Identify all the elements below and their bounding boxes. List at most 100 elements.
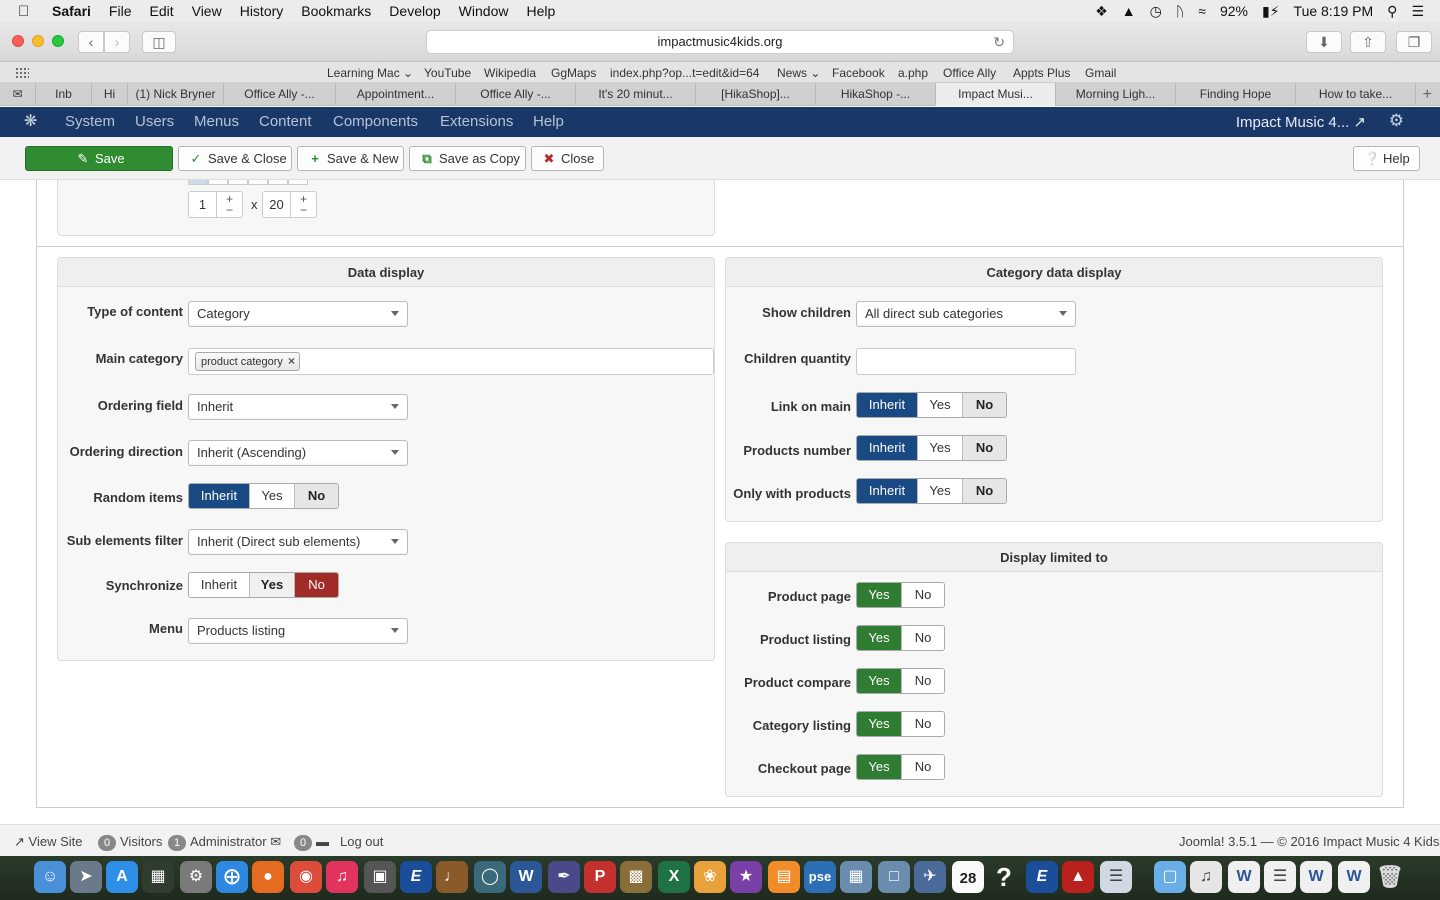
product-listing-no[interactable]: No — [902, 626, 944, 650]
bookmark-item[interactable]: a.php — [898, 66, 928, 80]
music-folder-icon[interactable]: ♫ — [1190, 861, 1222, 893]
bookmark-item[interactable]: Gmail — [1085, 66, 1116, 80]
category-listing-yes[interactable]: Yes — [857, 712, 902, 736]
photos-icon[interactable]: ❀ — [694, 861, 726, 893]
window-close-button[interactable] — [12, 35, 24, 47]
tab-overview-button[interactable]: ❐ — [1396, 31, 1432, 53]
document-stack-icon[interactable]: W — [1300, 861, 1332, 893]
image-capture-icon[interactable]: □ — [878, 861, 910, 893]
tab-item-active[interactable]: Impact Musi... — [936, 83, 1056, 106]
tab-item[interactable]: Hi — [92, 83, 128, 106]
synchronize-no[interactable]: No — [295, 573, 338, 597]
bookmark-item[interactable]: News ⌄ — [777, 66, 820, 80]
rows-stepper[interactable]: 1 + − — [188, 191, 243, 218]
itunes-icon[interactable]: ♫ — [326, 861, 358, 893]
menu-help[interactable]: Help — [526, 3, 555, 19]
visitors-status[interactable]: 0 Visitors — [98, 834, 162, 851]
wifi-icon[interactable]: ≈ — [1198, 3, 1206, 19]
applications-folder-icon[interactable]: ▢ — [1154, 861, 1186, 893]
menu-select[interactable]: Products listing — [188, 618, 408, 644]
nav-extensions[interactable]: Extensions — [440, 113, 513, 130]
gear-icon[interactable]: ⚙ — [1389, 111, 1404, 131]
tab-item[interactable]: Office Ally -... — [224, 83, 336, 106]
nav-menus[interactable]: Menus — [194, 113, 239, 130]
downloads-button[interactable]: ⬇ — [1306, 31, 1342, 53]
share-button[interactable]: ⇧ — [1350, 31, 1386, 53]
garageband-icon[interactable]: ♩ — [436, 861, 468, 893]
only-with-products-yes[interactable]: Yes — [918, 479, 963, 503]
category-listing-no[interactable]: No — [902, 712, 944, 736]
menu-file[interactable]: File — [109, 3, 132, 19]
evernote-icon[interactable]: E — [400, 861, 432, 893]
product-page-no[interactable]: No — [902, 583, 944, 607]
spotlight-search-icon[interactable]: ⚲ — [1387, 3, 1397, 20]
back-button[interactable]: ‹ — [78, 31, 104, 53]
bookmark-item[interactable]: index.php?op...t=edit&id=64 — [610, 66, 759, 80]
document-stack-icon[interactable]: W — [1228, 861, 1260, 893]
save-as-copy-button[interactable]: ⧉ Save as Copy — [409, 146, 526, 171]
close-button[interactable]: ✖ Close — [531, 146, 604, 171]
word-icon[interactable]: W — [510, 861, 542, 893]
children-quantity-input[interactable] — [856, 348, 1076, 375]
product-listing-yes[interactable]: Yes — [857, 626, 902, 650]
tab-mail-icon[interactable]: ✉ — [0, 83, 36, 106]
menu-history[interactable]: History — [240, 3, 284, 19]
menu-window[interactable]: Window — [459, 3, 509, 19]
tab-item[interactable]: HikaShop -... — [816, 83, 936, 106]
photoshop-elements-icon[interactable]: pse — [804, 861, 836, 893]
joomla-logo-icon[interactable]: ❋ — [24, 113, 42, 131]
checkout-page-no[interactable]: No — [902, 755, 944, 779]
administrator-status[interactable]: 1 Administrator ✉ — [168, 834, 281, 851]
grid-cell[interactable] — [288, 180, 308, 185]
products-number-no[interactable]: No — [963, 436, 1006, 460]
logout-link[interactable]: Log out — [340, 834, 383, 849]
grid-cell[interactable] — [248, 180, 268, 185]
window-minimize-button[interactable] — [32, 35, 44, 47]
only-with-products-no[interactable]: No — [963, 479, 1006, 503]
tab-item[interactable]: (1) Nick Bryner — [128, 83, 224, 106]
menu-edit[interactable]: Edit — [149, 3, 173, 19]
document-stack-icon[interactable]: W — [1338, 861, 1370, 893]
firefox-icon[interactable]: ● — [252, 861, 284, 893]
grid-cell[interactable] — [188, 180, 208, 185]
mission-control-icon[interactable]: ▦ — [142, 861, 174, 893]
document-stack-icon[interactable]: ☰ — [1264, 861, 1296, 893]
bookmark-item[interactable]: Facebook — [832, 66, 885, 80]
help-button[interactable]: ❔ Help — [1353, 146, 1420, 171]
sidebar-toggle-button[interactable]: ◫ — [142, 31, 176, 53]
menu-app-safari[interactable]: Safari — [52, 3, 91, 19]
launchpad-icon[interactable]: ➤ — [70, 861, 102, 893]
tab-item[interactable]: How to take... — [1296, 83, 1416, 106]
link-on-main-no[interactable]: No — [963, 393, 1006, 417]
excel-icon[interactable]: X — [658, 861, 690, 893]
link-on-main-yes[interactable]: Yes — [918, 393, 963, 417]
show-children-select[interactable]: All direct sub categories — [856, 301, 1076, 327]
dropbox-icon[interactable]: ❖ — [1095, 3, 1108, 20]
bookmark-item[interactable]: GgMaps — [551, 66, 596, 80]
sub-elements-filter-select[interactable]: Inherit (Direct sub elements) — [188, 529, 408, 555]
bookmark-item[interactable]: Wikipedia — [484, 66, 536, 80]
bookmark-item[interactable]: Learning Mac ⌄ — [327, 66, 413, 80]
evernote-alt-icon[interactable]: E — [1026, 861, 1058, 893]
calendar-icon[interactable]: 28 — [952, 861, 984, 893]
view-site-link[interactable]: ↗ View Site — [14, 834, 83, 850]
migration-icon[interactable]: ✈ — [914, 861, 946, 893]
forward-button[interactable]: › — [104, 31, 130, 53]
nav-content[interactable]: Content — [259, 113, 312, 130]
products-number-yes[interactable]: Yes — [918, 436, 963, 460]
only-with-products-inherit[interactable]: Inherit — [857, 479, 918, 503]
synchronize-inherit[interactable]: Inherit — [189, 573, 250, 597]
ordering-direction-select[interactable]: Inherit (Ascending) — [188, 440, 408, 466]
keynote-icon[interactable]: ▩ — [620, 861, 652, 893]
tab-item[interactable]: [HikaShop]... — [696, 83, 816, 106]
notification-center-icon[interactable]: ☰ — [1411, 3, 1424, 20]
tab-item[interactable]: Office Ally -... — [456, 83, 576, 106]
textedit-icon[interactable]: ☰ — [1100, 861, 1132, 893]
columns-stepper[interactable]: 20 + − — [262, 191, 317, 218]
top-sites-grid-icon[interactable] — [15, 67, 29, 78]
trash-icon[interactable]: 🗑 — [1374, 861, 1406, 893]
tab-item[interactable]: Appointment... — [336, 83, 456, 106]
bookmark-item[interactable]: Office Ally — [943, 66, 996, 80]
utility-app-icon[interactable]: ◯ — [474, 861, 506, 893]
photo-booth-icon[interactable]: ▣ — [364, 861, 396, 893]
